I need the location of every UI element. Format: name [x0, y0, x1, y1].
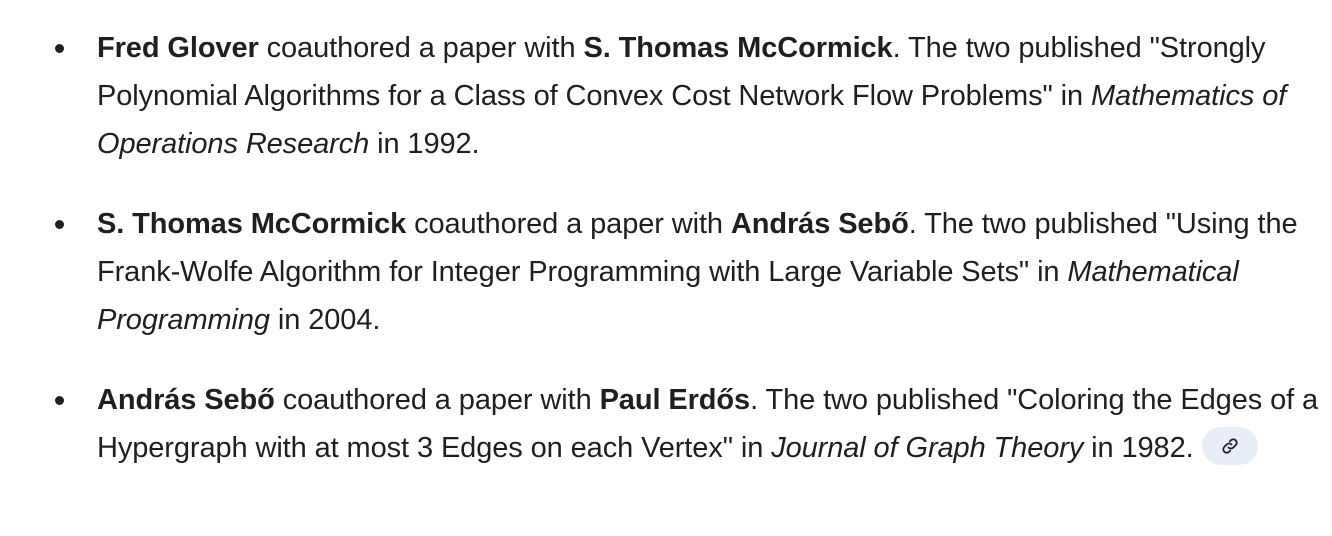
coauthor-name: András Sebő [730, 208, 909, 240]
list-item: Fred Glover coauthored a paper with S. T… [0, 24, 1332, 168]
author-name: S. Thomas McCormick [97, 208, 407, 240]
source-link-button[interactable] [1201, 427, 1258, 466]
author-name: Fred Glover [97, 32, 259, 64]
coauthor-name: Paul Erdős [599, 384, 751, 416]
coauthorship-list: Fred Glover coauthored a paper with S. T… [0, 0, 1332, 472]
item-text: in 1992. [369, 128, 480, 160]
bullet [55, 44, 64, 53]
item-text: coauthored a paper with [274, 384, 600, 416]
coauthor-name: S. Thomas McCormick [583, 32, 893, 64]
list-item: S. Thomas McCormick coauthored a paper w… [0, 200, 1332, 344]
item-text: in 2004. [269, 304, 381, 336]
list-item: András Sebő coauthored a paper with Paul… [0, 376, 1332, 472]
link-icon [1222, 438, 1238, 454]
item-text: coauthored a paper with [258, 32, 584, 64]
item-text: coauthored a paper with [406, 208, 731, 240]
author-name: András Sebő [97, 384, 275, 416]
item-text: in 1982. [1083, 432, 1194, 464]
venue-name: Journal of Graph Theory [771, 432, 1084, 464]
bullet [55, 220, 64, 229]
bullet [55, 396, 64, 405]
